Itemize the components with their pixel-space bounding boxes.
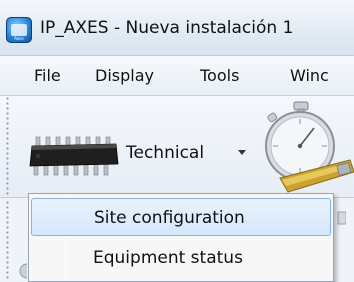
partial-icon [19, 263, 27, 279]
menu-window[interactable]: Winc [290, 63, 329, 89]
toolbar: Technical [0, 96, 354, 198]
chip-icon[interactable] [28, 134, 122, 178]
menu-item-label: Equipment status [93, 248, 243, 268]
menu-file[interactable]: File [34, 63, 61, 89]
technical-dropdown-menu: Site configuration Equipment status [28, 193, 334, 282]
technical-button-label[interactable]: Technical [126, 140, 204, 166]
stopwatch-icon[interactable] [258, 100, 354, 196]
menu-item-equipment-status[interactable]: Equipment status [31, 239, 331, 277]
menu-bar: File Display Tools Winc [0, 56, 354, 96]
toolbar-grip[interactable] [6, 96, 9, 196]
app-icon[interactable]: Axes [6, 17, 32, 43]
toolbar-grip-lower[interactable] [6, 200, 9, 280]
menu-display[interactable]: Display [95, 63, 154, 89]
app-icon-caption: Axes [14, 36, 24, 41]
chevron-down-icon[interactable] [238, 150, 246, 155]
menu-item-label: Site configuration [94, 208, 245, 228]
menu-item-site-configuration[interactable]: Site configuration [31, 198, 331, 236]
app-icon-glyph [11, 24, 27, 36]
title-bar[interactable]: Axes IP_AXES - Nueva instalación 1 [0, 0, 354, 56]
partial-icon-right [337, 211, 346, 225]
window-title: IP_AXES - Nueva instalación 1 [40, 18, 294, 38]
menu-tools[interactable]: Tools [200, 63, 239, 89]
